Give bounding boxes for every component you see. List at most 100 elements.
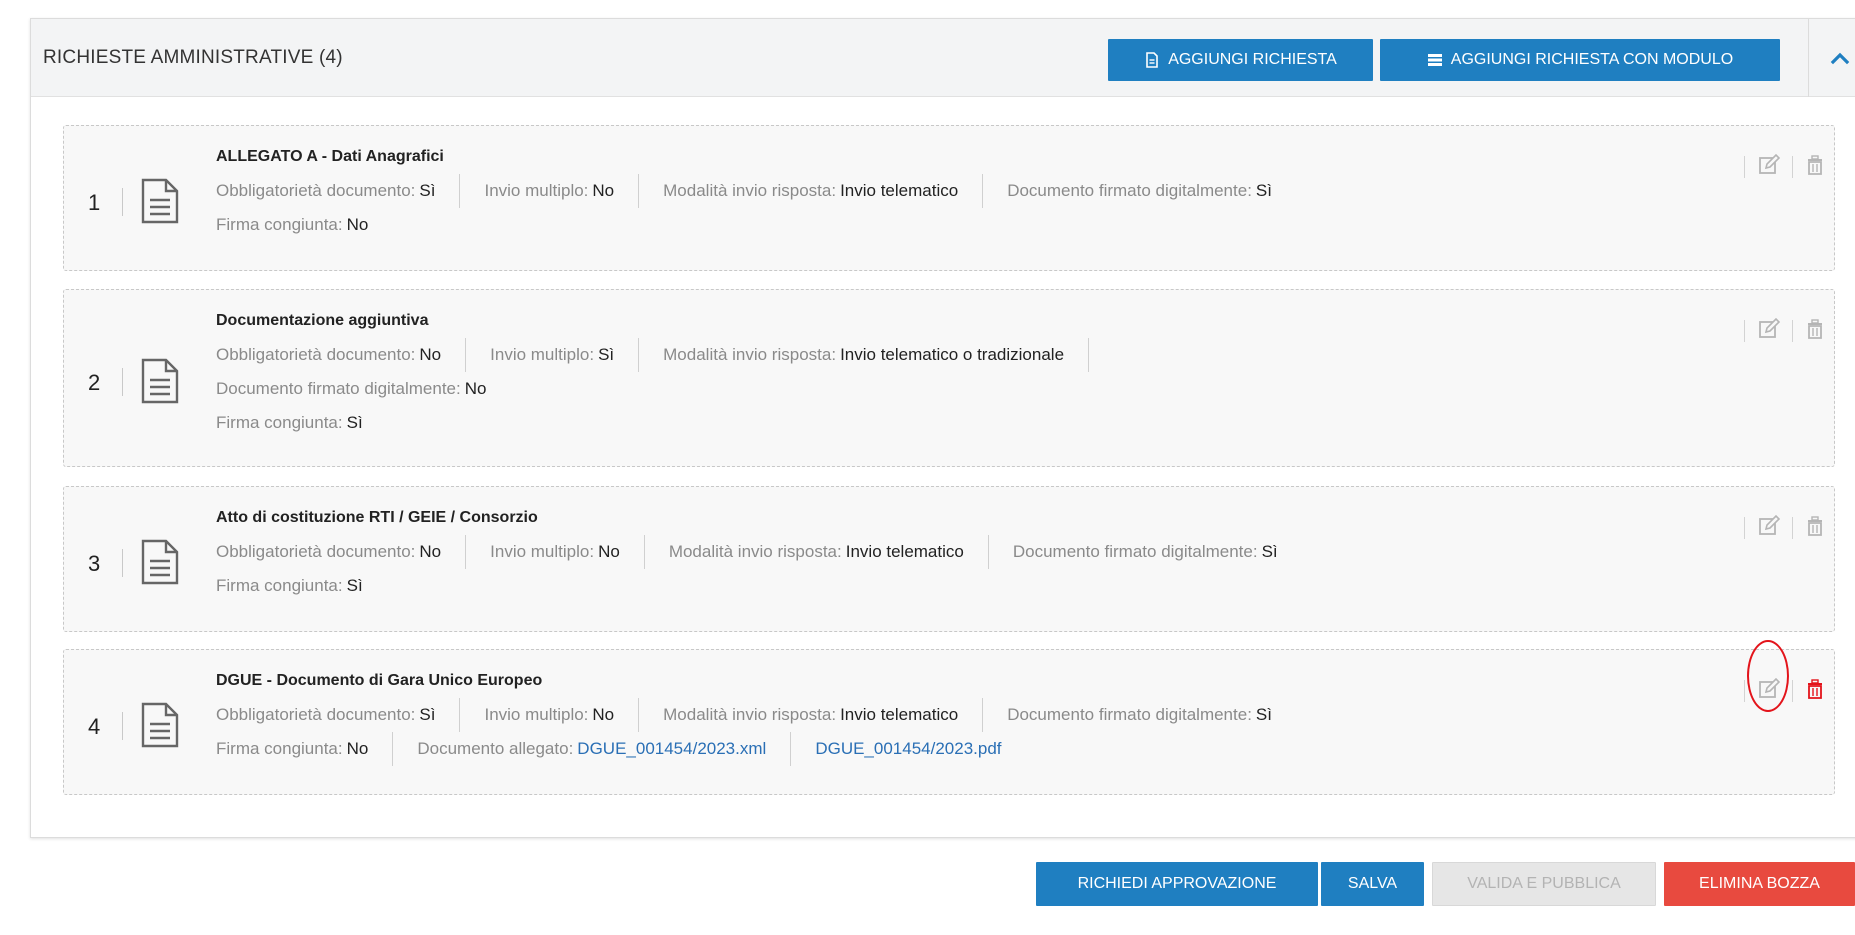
list-icon <box>1427 54 1442 66</box>
request-number: 3 <box>88 551 101 576</box>
document-lines-icon <box>141 702 179 748</box>
value-mode: Invio telematico <box>840 705 959 724</box>
value-joint: No <box>346 739 369 758</box>
action-divider <box>1792 680 1793 702</box>
request-approval-button[interactable]: RICHIEDI APPROVAZIONE <box>1036 862 1318 906</box>
value-mandatory: No <box>419 345 442 364</box>
divider <box>122 188 123 216</box>
request-meta: Documento firmato digitalmente: No <box>216 372 510 406</box>
request-number: 4 <box>88 714 101 739</box>
highlight-circle <box>1747 640 1789 712</box>
action-divider <box>1744 320 1745 342</box>
request-title: Atto di costituzione RTI / GEIE / Consor… <box>216 509 538 526</box>
value-mode: Invio telematico o tradizionale <box>840 345 1065 364</box>
save-button[interactable]: SALVA <box>1321 862 1424 906</box>
document-lines-icon <box>141 178 179 224</box>
label-mode: Modalità invio risposta: <box>663 345 837 364</box>
request-meta: Firma congiunta: Sì <box>216 406 387 440</box>
label-mode: Modalità invio risposta: <box>663 705 837 724</box>
label-multiple: Invio multiplo: <box>484 705 589 724</box>
value-joint: No <box>346 215 369 234</box>
add-request-button[interactable]: AGGIUNGI RICHIESTA <box>1108 39 1373 81</box>
collapse-toggle[interactable] <box>1808 19 1855 97</box>
value-signed: No <box>464 379 487 398</box>
label-multiple: Invio multiplo: <box>490 542 595 561</box>
attachment-link-xml[interactable]: DGUE_001454/2023.xml <box>577 739 766 759</box>
value-multiple: No <box>598 542 620 561</box>
request-title: DGUE - Documento di Gara Unico Europeo <box>216 672 543 689</box>
value-mode: Invio telematico <box>840 181 959 200</box>
label-joint: Firma congiunta: <box>216 739 343 758</box>
request-title: ALLEGATO A - Dati Anagrafici <box>216 148 444 165</box>
request-card: 4 DGUE - Documento di Gara Unico Europeo… <box>63 649 1835 795</box>
request-number: 2 <box>88 370 101 395</box>
action-divider <box>1744 156 1745 178</box>
document-lines-icon <box>141 358 179 404</box>
label-mandatory: Obbligatorietà documento: <box>216 705 416 724</box>
request-meta: Firma congiunta: Sì <box>216 569 387 603</box>
value-multiple: No <box>592 181 615 200</box>
action-divider <box>1792 517 1793 539</box>
request-meta: Firma congiunta: No <box>216 208 392 242</box>
attachment-link-pdf[interactable]: DGUE_001454/2023.pdf <box>815 739 1001 759</box>
label-joint: Firma congiunta: <box>216 576 343 595</box>
label-multiple: Invio multiplo: <box>484 181 589 200</box>
label-mandatory: Obbligatorietà documento: <box>216 345 416 364</box>
request-card: 2 Documentazione aggiuntiva Obbligatorie… <box>63 289 1835 467</box>
validate-publish-button[interactable]: VALIDA E PUBBLICA <box>1432 862 1656 906</box>
label-signed: Documento firmato digitalmente: <box>1012 542 1258 561</box>
request-card: 3 Atto di costituzione RTI / GEIE / Cons… <box>63 486 1835 632</box>
request-title: Documentazione aggiuntiva <box>216 312 429 329</box>
value-signed: Sì <box>1255 705 1272 724</box>
add-request-form-button[interactable]: AGGIUNGI RICHIESTA CON MODULO <box>1380 39 1780 81</box>
label-attached: Documento allegato: <box>417 739 574 758</box>
action-divider <box>1792 320 1793 342</box>
value-mandatory: Sì <box>419 705 436 724</box>
value-signed: Sì <box>1255 181 1272 200</box>
request-meta: Firma congiunta: No Documento allegato: DG… <box>216 732 1026 766</box>
trash-icon[interactable] <box>1804 678 1826 700</box>
add-request-label: AGGIUNGI RICHIESTA <box>1168 51 1337 68</box>
label-signed: Documento firmato digitalmente: <box>216 379 461 398</box>
add-request-form-label: AGGIUNGI RICHIESTA CON MODULO <box>1450 51 1734 68</box>
edit-icon[interactable] <box>1758 154 1780 176</box>
trash-icon[interactable] <box>1804 318 1826 340</box>
label-mode: Modalità invio risposta: <box>663 181 837 200</box>
label-multiple: Invio multiplo: <box>490 345 595 364</box>
panel-title: RICHIESTE AMMINISTRATIVE (4) <box>43 47 343 68</box>
document-icon <box>1146 52 1158 68</box>
chevron-up-icon <box>1830 52 1850 65</box>
value-mode: Invio telematico <box>845 542 964 561</box>
edit-icon[interactable] <box>1758 318 1780 340</box>
requests-panel: RICHIESTE AMMINISTRATIVE (4) AGGIUNGI RI… <box>30 18 1855 838</box>
label-joint: Firma congiunta: <box>216 215 343 234</box>
label-signed: Documento firmato digitalmente: <box>1007 181 1252 200</box>
value-joint: Sì <box>346 413 363 432</box>
action-divider <box>1744 517 1745 539</box>
action-divider <box>1792 156 1793 178</box>
request-meta: Obbligatorietà documento: No Invio multip… <box>216 535 1302 569</box>
value-multiple: Sì <box>598 345 615 364</box>
label-signed: Documento firmato digitalmente: <box>1007 705 1252 724</box>
divider <box>122 368 123 396</box>
value-mandatory: No <box>419 542 442 561</box>
label-mandatory: Obbligatorietà documento: <box>216 542 416 561</box>
request-card: 1 ALLEGATO A - Dati Anagrafici Obbligato… <box>63 125 1835 271</box>
trash-icon[interactable] <box>1804 515 1826 537</box>
request-meta: Obbligatorietà documento: No Invio multip… <box>216 338 1090 372</box>
action-divider <box>1744 680 1745 702</box>
request-number: 1 <box>88 190 101 215</box>
divider <box>122 712 123 740</box>
value-multiple: No <box>592 705 615 724</box>
value-signed: Sì <box>1261 542 1278 561</box>
label-joint: Firma congiunta: <box>216 413 343 432</box>
request-meta: Obbligatorietà documento: Sì Invio multip… <box>216 174 1296 208</box>
document-lines-icon <box>141 539 179 585</box>
trash-icon[interactable] <box>1804 154 1826 176</box>
label-mandatory: Obbligatorietà documento: <box>216 181 416 200</box>
edit-icon[interactable] <box>1758 515 1780 537</box>
delete-draft-button[interactable]: ELIMINA BOZZA <box>1664 862 1855 906</box>
divider <box>122 549 123 577</box>
panel-header: RICHIESTE AMMINISTRATIVE (4) AGGIUNGI RI… <box>31 19 1855 97</box>
value-mandatory: Sì <box>419 181 436 200</box>
